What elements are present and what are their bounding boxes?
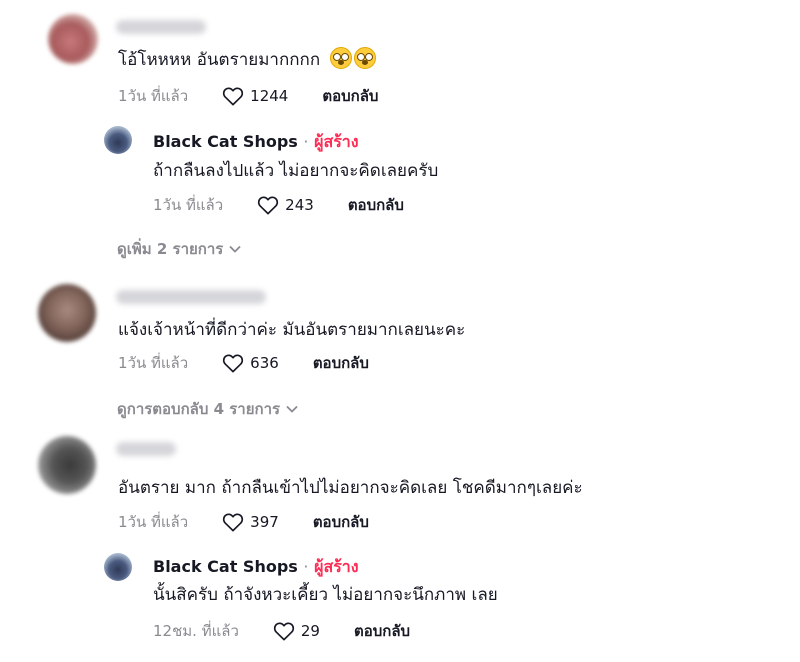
name-separator: · [303, 557, 309, 576]
heart-outline-icon [273, 622, 294, 641]
comment-meta: 1วัน ที่แล้ว 397 ตอบกลับ [118, 510, 369, 534]
flushed-face-emoji [329, 47, 352, 69]
comment-time: 1วัน ที่แล้ว [118, 354, 189, 372]
commenter-name-blurred[interactable] [116, 20, 206, 34]
heart-outline-icon [223, 87, 244, 106]
creator-avatar[interactable] [104, 126, 132, 154]
comment-time: 1วัน ที่แล้ว [118, 87, 189, 105]
like-button[interactable]: 29 [273, 621, 320, 641]
reply-time: 12ชม. ที่แล้ว [153, 622, 239, 640]
reply-text: นั้นสิครับ ถ้าจังหวะเคี้ยว ไม่อยากจะนึกภ… [153, 585, 498, 605]
comment-text: อันตราย มาก ถ้ากลืนเข้าไปไม่อยากจะคิดเลย… [118, 478, 583, 498]
comment-meta: 1วัน ที่แล้ว 1244 ตอบกลับ [118, 84, 378, 108]
heart-outline-icon [223, 354, 244, 373]
heart-outline-icon [223, 513, 244, 532]
like-count: 397 [250, 513, 279, 531]
view-more-replies[interactable]: ดูเพิ่ม 2 รายการ [117, 237, 241, 261]
creator-name[interactable]: Black Cat Shops [153, 132, 298, 151]
like-count: 1244 [250, 87, 289, 105]
commenter-avatar[interactable] [38, 436, 96, 494]
like-count: 636 [250, 354, 279, 372]
comment-meta: 1วัน ที่แล้ว 636 ตอบกลับ [118, 351, 369, 375]
like-count: 243 [285, 196, 314, 214]
reply-meta: 12ชม. ที่แล้ว 29 ตอบกลับ [153, 619, 410, 643]
chevron-down-icon [286, 405, 298, 413]
chevron-down-icon [229, 245, 241, 253]
reply-button[interactable]: ตอบกลับ [322, 84, 378, 108]
reply-time: 1วัน ที่แล้ว [153, 196, 224, 214]
reply-meta: 1วัน ที่แล้ว 243 ตอบกลับ [153, 193, 404, 217]
comment-text: โอ้โหหหห อันตรายมากกกก [118, 46, 376, 73]
like-button[interactable]: 243 [257, 195, 314, 215]
like-button[interactable]: 397 [222, 512, 279, 532]
commenter-name-blurred[interactable] [116, 442, 176, 456]
creator-badge: ผู้สร้าง [314, 132, 359, 151]
creator-avatar[interactable] [104, 553, 132, 581]
like-button[interactable]: 1244 [222, 86, 288, 106]
flushed-face-emoji [353, 47, 376, 69]
view-more-replies[interactable]: ดูการตอบกลับ 4 รายการ [117, 397, 298, 421]
heart-outline-icon [258, 196, 279, 215]
creator-name[interactable]: Black Cat Shops [153, 557, 298, 576]
name-separator: · [303, 132, 309, 151]
commenter-avatar[interactable] [48, 14, 98, 64]
reply-button[interactable]: ตอบกลับ [348, 193, 404, 217]
creator-name-line: Black Cat Shops · ผู้สร้าง [153, 555, 359, 580]
like-button[interactable]: 636 [222, 353, 279, 373]
like-count: 29 [300, 622, 320, 640]
reply-text: ถ้ากลืนลงไปแล้ว ไม่อยากจะคิดเลยครับ [153, 161, 439, 181]
reply-button[interactable]: ตอบกลับ [354, 619, 410, 643]
creator-badge: ผู้สร้าง [314, 557, 359, 576]
reply-button[interactable]: ตอบกลับ [313, 351, 369, 375]
creator-name-line: Black Cat Shops · ผู้สร้าง [153, 130, 359, 155]
reply-button[interactable]: ตอบกลับ [313, 510, 369, 534]
comment-text: แจ้งเจ้าหน้าที่ดีกว่าค่ะ มันอันตรายมากเล… [118, 320, 466, 340]
commenter-name-blurred[interactable] [116, 290, 266, 304]
commenter-avatar[interactable] [38, 284, 96, 342]
comment-time: 1วัน ที่แล้ว [118, 513, 189, 531]
